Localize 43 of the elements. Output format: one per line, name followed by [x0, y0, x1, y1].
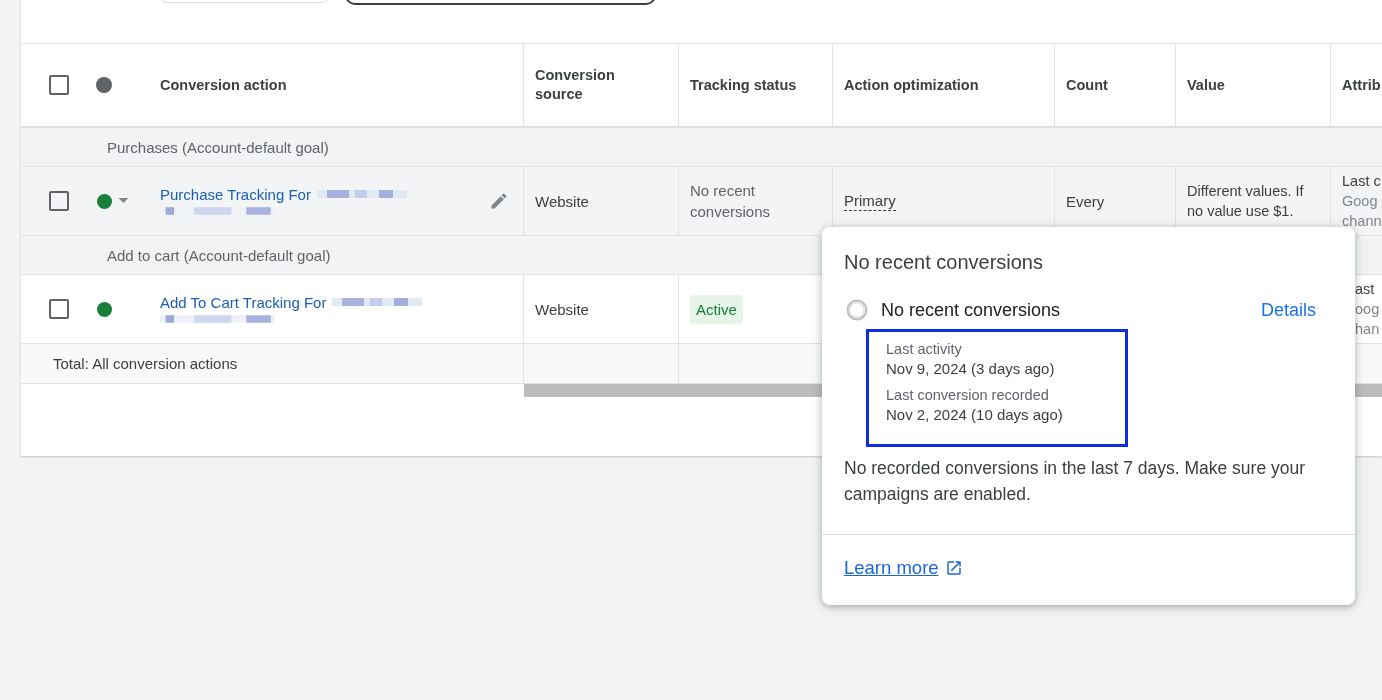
column-header[interactable]: Attrib — [1342, 75, 1381, 95]
popup-title: No recent conversions — [844, 250, 1044, 275]
column-header[interactable]: Conversion action — [160, 75, 287, 95]
status-chip: Active — [690, 294, 743, 324]
tracking-status: No recent conversions — [690, 181, 772, 222]
table-cell-text: ast — [1355, 280, 1375, 299]
status-dot — [97, 301, 112, 317]
popup-message: No recorded conversions in the last 7 days. Make sure your campaigns are enabled. — [844, 457, 1307, 506]
table-cell: Every — [1066, 192, 1105, 210]
fact-label: Last conversion recorded — [886, 387, 1050, 403]
table-cell-text: oog — [1355, 300, 1380, 319]
table-cell-text: Goog — [1342, 192, 1378, 211]
total-label: Total: All conversion actions — [52, 355, 238, 372]
goal-group-label: Add to cart (Account-default goal) — [107, 246, 331, 264]
table-cell-text: Different values. If no value use $1. — [1187, 182, 1305, 221]
status-icon — [96, 77, 112, 93]
table-cell-text: Last c — [1342, 172, 1381, 191]
column-header[interactable]: Count — [1066, 75, 1108, 95]
learn-more-link[interactable]: Learn more — [844, 557, 939, 579]
table-cell: Website — [535, 300, 589, 318]
conversion-action-link[interactable]: Purchase Tracking For — [160, 185, 311, 203]
column-header[interactable]: Action optimization — [844, 75, 979, 95]
row-checkbox[interactable] — [49, 191, 69, 211]
column-header[interactable]: Tracking status — [690, 75, 797, 95]
table-cell-text: han — [1355, 320, 1380, 339]
status-dot — [97, 193, 112, 209]
table-cell: Primary — [844, 191, 896, 211]
fact-value: Nov 2, 2024 (10 days ago) — [886, 406, 1064, 423]
row-checkbox[interactable] — [49, 299, 69, 319]
external-link-icon[interactable] — [944, 559, 963, 577]
details-link[interactable]: Details — [1260, 299, 1316, 321]
pencil-icon[interactable] — [489, 191, 509, 211]
column-header[interactable]: Value — [1187, 75, 1225, 95]
fact-label: Last activity — [886, 341, 963, 357]
column-header[interactable]: Conversion source — [535, 66, 635, 104]
conversion-action-link[interactable]: Add To Cart Tracking For — [160, 293, 327, 311]
table-cell: Website — [535, 192, 589, 210]
select-all-checkbox[interactable] — [49, 75, 69, 95]
status-heading: No recent conversions — [881, 299, 1061, 321]
goal-group-label: Purchases (Account-default goal) — [107, 138, 329, 156]
table-cell-text: chann — [1342, 212, 1382, 231]
caret-icon[interactable] — [118, 198, 129, 204]
fact-value: Nov 9, 2024 (3 days ago) — [886, 360, 1056, 377]
